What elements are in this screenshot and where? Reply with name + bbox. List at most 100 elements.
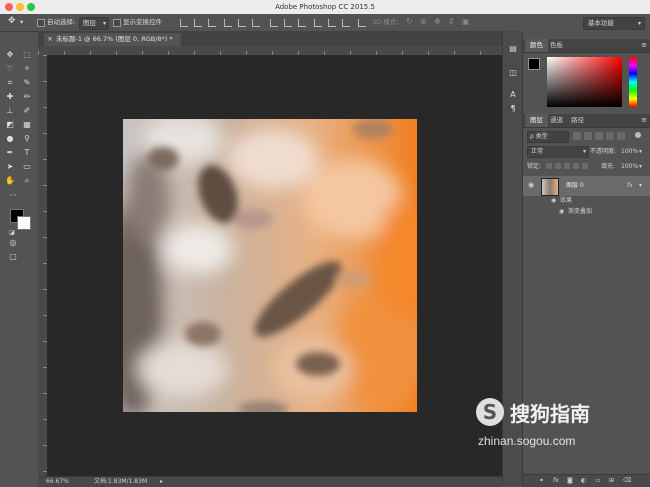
layer-name[interactable]: 图层 0 <box>566 181 584 190</box>
document-canvas[interactable] <box>123 119 417 412</box>
panel-menu-icon[interactable]: ≡ <box>641 116 647 124</box>
tab-close-icon[interactable]: × <box>47 33 53 46</box>
panel-menu-icon[interactable]: ≡ <box>641 41 647 49</box>
character-panel-icon[interactable]: A <box>507 89 519 101</box>
distribute-right-icon[interactable] <box>342 19 350 27</box>
eraser-tool-icon[interactable]: ◩ <box>4 119 16 131</box>
workspace-dropdown[interactable]: 基本功能 ▾ <box>583 17 645 30</box>
filter-pixel-icon[interactable] <box>573 132 581 140</box>
adjustment-layer-icon[interactable]: ◐ <box>581 476 586 485</box>
rectangle-tool-icon[interactable]: ▭ <box>21 161 33 173</box>
align-right-icon[interactable] <box>252 19 260 27</box>
history-brush-tool-icon[interactable]: ✐ <box>21 105 33 117</box>
align-top-icon[interactable] <box>180 19 188 27</box>
distribute-left-icon[interactable] <box>314 19 322 27</box>
align-hcenter-icon[interactable] <box>238 19 246 27</box>
add-style-icon[interactable]: fx <box>553 476 559 485</box>
dodge-tool-icon[interactable]: ⚲ <box>21 133 33 145</box>
gradient-overlay-effect-row[interactable]: ◉ 渐变叠加 <box>523 207 650 217</box>
pen-tool-icon[interactable]: ✒ <box>4 147 16 159</box>
distribute-vcenter-icon[interactable] <box>284 19 292 27</box>
align-left-icon[interactable] <box>224 19 232 27</box>
align-vcenter-icon[interactable] <box>194 19 202 27</box>
document-tab[interactable]: × 未标题-1 @ 66.7% (图层 0, RGB/8*) * <box>44 33 181 46</box>
auto-select-checkbox[interactable] <box>37 19 45 27</box>
filter-smart-object-icon[interactable] <box>617 132 625 140</box>
lock-pixels-icon[interactable] <box>555 163 561 169</box>
layer-filter-dropdown[interactable]: ρ 类型 <box>527 131 569 143</box>
gradient-tool-icon[interactable]: ▦ <box>21 119 33 131</box>
background-color-swatch[interactable] <box>17 216 31 230</box>
minimize-window-button[interactable] <box>16 3 24 11</box>
healing-brush-tool-icon[interactable]: ✚ <box>4 91 16 103</box>
blur-tool-icon[interactable]: ● <box>4 133 16 145</box>
close-window-button[interactable] <box>5 3 13 11</box>
chevron-down-icon[interactable]: ▾ <box>639 162 642 171</box>
lasso-tool-icon[interactable]: ➰ <box>4 63 16 75</box>
properties-panel-icon[interactable]: ◫ <box>507 67 519 79</box>
screen-mode-icon[interactable]: ▢ <box>7 251 19 263</box>
path-selection-tool-icon[interactable]: ➤ <box>4 161 16 173</box>
zoom-tool-icon[interactable]: ⌕ <box>21 175 33 187</box>
distribute-top-icon[interactable] <box>270 19 278 27</box>
filter-type-icon[interactable] <box>595 132 603 140</box>
tab-swatches[interactable]: 色板 <box>545 39 568 52</box>
tool-preset-dropdown[interactable]: ▾ <box>20 17 23 28</box>
move-tool-icon[interactable]: ✥ <box>4 49 16 61</box>
blend-mode-dropdown[interactable]: 正常 ▾ <box>527 146 589 158</box>
3d-rotate-icon[interactable]: ↻ <box>406 16 413 27</box>
new-group-icon[interactable]: ▭ <box>595 476 601 485</box>
color-foreground-swatch[interactable] <box>528 58 540 70</box>
lock-transparent-icon[interactable] <box>546 163 552 169</box>
type-tool-icon[interactable]: T <box>21 147 33 159</box>
brush-tool-icon[interactable]: ✏ <box>21 91 33 103</box>
3d-slide-icon[interactable]: ⇕ <box>448 16 455 27</box>
effects-eye-icon[interactable]: ◉ <box>551 196 556 205</box>
tab-channels[interactable]: 通道 <box>545 114 568 127</box>
auto-align-icon[interactable] <box>358 19 366 27</box>
marquee-tool-icon[interactable]: ⬚ <box>21 49 33 61</box>
layer-effects-row[interactable]: ◉ 效果 <box>523 196 650 206</box>
delete-layer-icon[interactable]: ⌫ <box>623 476 631 485</box>
hand-tool-icon[interactable]: ✋ <box>4 175 16 187</box>
3d-roll-icon[interactable]: ⊛ <box>420 16 427 27</box>
new-layer-icon[interactable]: ⊞ <box>609 476 614 485</box>
tab-paths[interactable]: 路径 <box>566 114 589 127</box>
opacity-value[interactable]: 100% <box>621 147 638 156</box>
show-transform-checkbox[interactable] <box>113 19 121 27</box>
3d-pan-icon[interactable]: ✥ <box>434 16 441 27</box>
paragraph-panel-icon[interactable]: ¶ <box>507 103 519 115</box>
zoom-window-button[interactable] <box>27 3 35 11</box>
fill-value[interactable]: 100% <box>621 162 638 171</box>
3d-scale-icon[interactable]: ▣ <box>462 16 470 27</box>
filter-adjustment-icon[interactable] <box>584 132 592 140</box>
distribute-bottom-icon[interactable] <box>298 19 306 27</box>
crop-tool-icon[interactable]: ⌗ <box>4 77 16 89</box>
move-tool-icon[interactable]: ✥ <box>8 16 16 27</box>
align-bottom-icon[interactable] <box>208 19 216 27</box>
chevron-down-icon[interactable]: ▾ <box>639 147 642 156</box>
fx-badge[interactable]: fx <box>627 181 633 190</box>
hue-slider[interactable] <box>629 57 637 107</box>
quick-mask-icon[interactable]: ◎ <box>7 237 19 249</box>
clone-stamp-tool-icon[interactable]: ⊥ <box>4 105 16 117</box>
expand-effects-icon[interactable]: ▾ <box>639 181 642 190</box>
distribute-hcenter-icon[interactable] <box>328 19 336 27</box>
eyedropper-tool-icon[interactable]: ✎ <box>21 77 33 89</box>
filter-shape-icon[interactable] <box>606 132 614 140</box>
lock-artboard-icon[interactable] <box>573 163 579 169</box>
layers-panel-header: 图层 通道 路径 ≡ <box>523 114 650 128</box>
add-mask-icon[interactable]: ◙ <box>567 476 573 485</box>
layer-row[interactable]: ◉ 图层 0 fx ▾ <box>523 176 650 196</box>
lock-position-icon[interactable] <box>564 163 570 169</box>
filter-toggle-icon[interactable] <box>635 132 641 138</box>
auto-select-dropdown[interactable]: 图层 ▾ <box>79 17 109 30</box>
gradient-overlay-eye-icon[interactable]: ◉ <box>559 207 564 216</box>
color-field[interactable] <box>547 57 622 107</box>
link-layers-icon[interactable]: ⚭ <box>539 476 544 485</box>
magic-wand-tool-icon[interactable]: ✧ <box>21 63 33 75</box>
visibility-eye-icon[interactable]: ◉ <box>528 181 534 190</box>
more-tools-icon[interactable]: ··· <box>7 190 19 202</box>
history-panel-icon[interactable]: ▤ <box>507 43 519 55</box>
lock-all-icon[interactable] <box>582 163 588 169</box>
